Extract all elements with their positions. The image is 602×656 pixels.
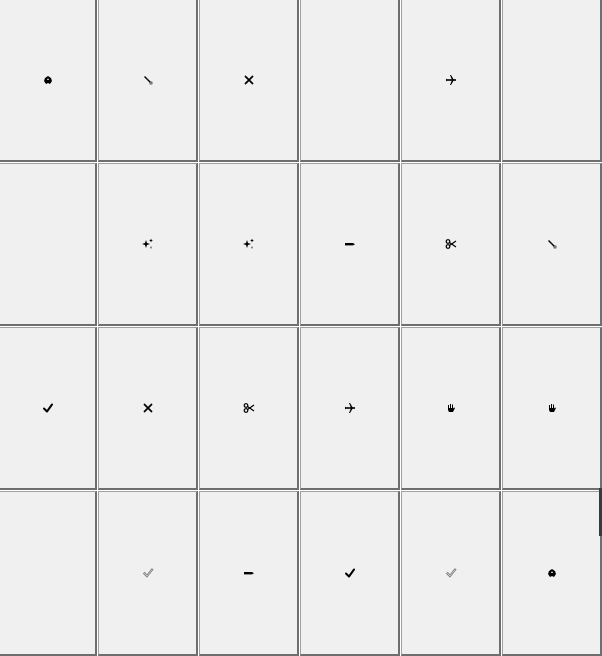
game-tile[interactable] [401,0,501,162]
airplane-icon [344,402,356,414]
game-tile[interactable] [300,491,400,656]
sparkles-icon [242,238,255,250]
game-tile[interactable] [0,491,97,656]
check-outline-icon [445,567,457,579]
airplane-icon [445,74,457,86]
marker-icon [142,74,154,86]
game-tile[interactable] [98,163,198,326]
game-tile[interactable] [199,0,299,162]
game-tile[interactable] [300,163,400,326]
game-tile[interactable] [502,327,602,490]
checkmark-icon [344,567,356,579]
game-tile[interactable] [199,163,299,326]
game-tile[interactable] [300,327,400,490]
game-tile[interactable] [199,491,299,656]
memory-game-board [0,0,602,656]
scissors-icon [243,402,255,414]
pencil-icon [344,238,356,250]
game-tile[interactable] [98,491,198,656]
game-tile[interactable] [502,163,602,326]
game-tile[interactable] [401,163,501,326]
pencil-icon [243,567,255,579]
check-outline-icon [142,567,154,579]
close-x-icon [243,74,255,86]
game-tile[interactable] [0,327,97,490]
game-tile[interactable] [199,327,299,490]
hand-icon [445,402,457,414]
close-x-icon [142,402,154,414]
hand-icon [546,402,558,414]
game-tile[interactable] [98,0,198,162]
checkmark-icon [42,402,54,414]
game-tile[interactable] [98,327,198,490]
marker-icon [546,238,558,250]
game-tile[interactable] [401,491,501,656]
sparkles-icon [141,238,154,250]
game-tile[interactable] [300,0,400,162]
game-tile[interactable] [0,163,97,326]
bug-icon [546,567,558,579]
game-tile[interactable] [502,491,602,656]
game-tile[interactable] [502,0,602,162]
bug-icon [42,74,54,86]
game-tile[interactable] [401,327,501,490]
game-tile[interactable] [0,0,97,162]
scissors-icon [445,238,457,250]
